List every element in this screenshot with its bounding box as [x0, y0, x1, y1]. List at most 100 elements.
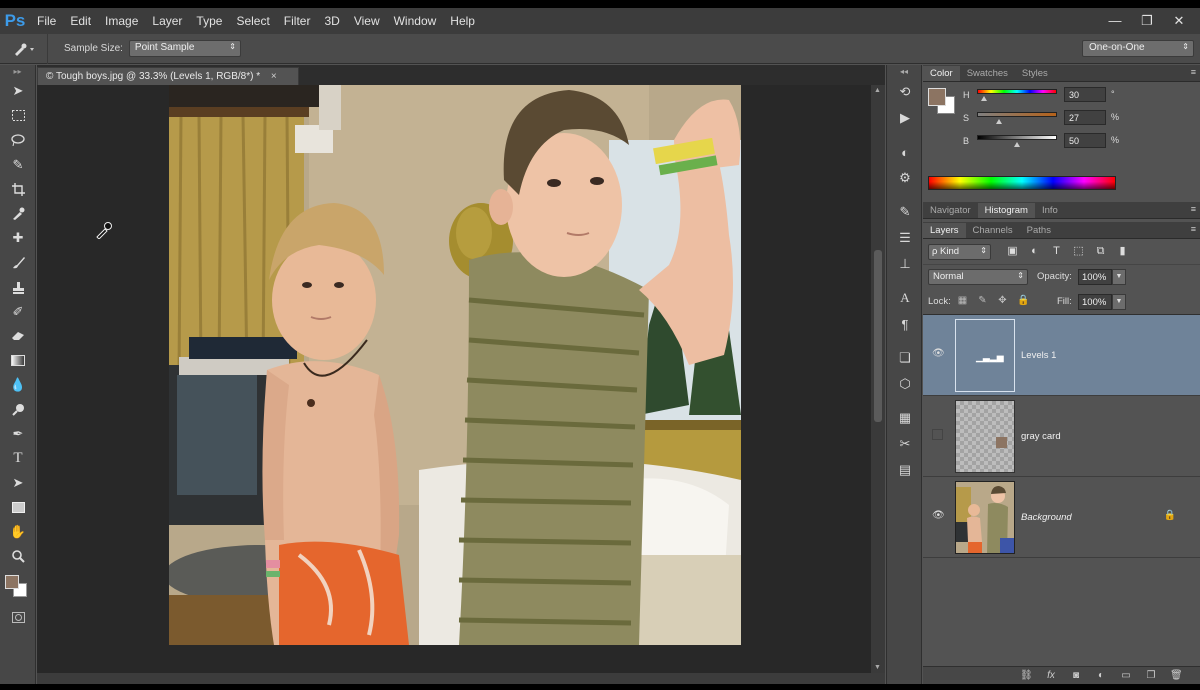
- lock-all-icon[interactable]: 🔒: [1017, 295, 1029, 306]
- workspace-select[interactable]: One-on-One ⇕: [1082, 40, 1194, 57]
- opacity-field[interactable]: 100%: [1078, 269, 1112, 285]
- opacity-dropdown-icon[interactable]: ▼: [1112, 269, 1126, 285]
- fill-dropdown-icon[interactable]: ▼: [1112, 294, 1126, 310]
- new-group-icon[interactable]: ▭: [1120, 670, 1132, 681]
- visibility-toggle-off-icon[interactable]: [932, 429, 943, 440]
- gray-card-layer-thumbnail[interactable]: [955, 400, 1015, 473]
- saturation-slider[interactable]: [977, 112, 1057, 117]
- hue-slider-knob[interactable]: [980, 96, 987, 101]
- tab-histogram[interactable]: Histogram: [977, 203, 1035, 218]
- history-brush-tool-icon[interactable]: ✐: [0, 300, 36, 325]
- hue-slider[interactable]: [977, 89, 1057, 94]
- tool-preset-picker[interactable]: [0, 33, 48, 64]
- menu-help[interactable]: Help: [443, 14, 482, 28]
- layer-name[interactable]: Background: [1021, 512, 1072, 523]
- menu-filter[interactable]: Filter: [277, 14, 318, 28]
- menu-window[interactable]: Window: [387, 14, 444, 28]
- adjustment-layer-thumbnail[interactable]: ▁▃▂▅: [955, 319, 1015, 392]
- tab-color[interactable]: Color: [923, 66, 960, 81]
- new-layer-icon[interactable]: ❐: [1145, 670, 1157, 681]
- collapse-dock-icon[interactable]: ◂◂: [887, 65, 921, 79]
- vertical-scrollbar[interactable]: ▲ ▼: [871, 85, 885, 673]
- path-select-tool-icon[interactable]: ➤: [0, 471, 36, 496]
- panel-menu-icon[interactable]: ≡: [1191, 204, 1196, 214]
- layer-row-gray-card[interactable]: gray card: [923, 396, 1200, 477]
- notes-panel-icon[interactable]: ▤: [887, 457, 923, 483]
- document-canvas-photo[interactable]: [169, 85, 741, 645]
- scroll-up-icon[interactable]: ▲: [874, 87, 881, 94]
- marquee-tool-icon[interactable]: [0, 104, 36, 129]
- quick-select-tool-icon[interactable]: ✎: [0, 153, 36, 178]
- filter-toggle-icon[interactable]: ▮: [1115, 244, 1130, 259]
- saturation-slider-knob[interactable]: [995, 119, 1002, 124]
- character-panel-icon[interactable]: A: [887, 285, 923, 311]
- layer-style-icon[interactable]: fx: [1045, 670, 1057, 681]
- hue-value[interactable]: 30: [1064, 87, 1106, 102]
- close-tab-icon[interactable]: ×: [271, 71, 277, 82]
- layer-name[interactable]: gray card: [1021, 431, 1061, 442]
- menu-edit[interactable]: Edit: [63, 14, 98, 28]
- clone-source-icon[interactable]: ⊥: [887, 251, 923, 277]
- panel-menu-icon[interactable]: ≡: [1191, 67, 1196, 77]
- quick-mask-icon[interactable]: [0, 605, 36, 630]
- brightness-slider-knob[interactable]: [1014, 142, 1020, 147]
- color-spectrum-bar[interactable]: [928, 176, 1116, 190]
- brightness-slider[interactable]: [977, 135, 1057, 140]
- link-layers-icon[interactable]: ⛓: [1020, 670, 1033, 681]
- restore-icon[interactable]: ❐: [1140, 14, 1154, 28]
- blur-tool-icon[interactable]: 💧: [0, 373, 36, 398]
- menu-type[interactable]: Type: [189, 14, 229, 28]
- shape-layer-filter-icon[interactable]: ⬚: [1071, 244, 1086, 259]
- lock-pixels-icon[interactable]: ✎: [977, 295, 988, 306]
- saturation-value[interactable]: 27: [1064, 110, 1106, 125]
- menu-layer[interactable]: Layer: [145, 14, 189, 28]
- lasso-tool-icon[interactable]: [0, 128, 36, 153]
- healing-brush-tool-icon[interactable]: ✚: [0, 226, 36, 251]
- brightness-value[interactable]: 50: [1064, 133, 1106, 148]
- foreground-color-swatch[interactable]: [5, 575, 19, 589]
- minimize-icon[interactable]: —: [1108, 14, 1122, 28]
- eyedropper-tool-icon[interactable]: [0, 202, 36, 227]
- tab-channels[interactable]: Channels: [966, 223, 1020, 238]
- actions-panel-icon[interactable]: ▶: [887, 105, 923, 131]
- tab-swatches[interactable]: Swatches: [960, 66, 1015, 81]
- type-tool-icon[interactable]: T: [0, 447, 36, 472]
- paragraph-panel-icon[interactable]: ¶: [887, 311, 923, 337]
- timeline-panel-icon[interactable]: ▦: [887, 405, 923, 431]
- collapse-toolbox-icon[interactable]: ▸▸: [0, 65, 35, 79]
- panel-menu-icon[interactable]: ≡: [1191, 224, 1196, 234]
- scrollbar-thumb[interactable]: [874, 250, 882, 422]
- document-tab[interactable]: © Tough boys.jpg @ 33.3% (Levels 1, RGB/…: [37, 67, 299, 85]
- move-tool-icon[interactable]: ➤: [0, 79, 36, 104]
- layer-kind-filter[interactable]: ρ Kind ⇕: [928, 244, 991, 260]
- tool-presets-icon[interactable]: ✂: [887, 431, 923, 457]
- visibility-eye-icon[interactable]: 👁: [932, 348, 945, 359]
- gradient-tool-icon[interactable]: [0, 349, 36, 374]
- tab-navigator[interactable]: Navigator: [923, 203, 978, 218]
- layer-comps-icon[interactable]: ❏: [887, 345, 923, 371]
- menu-3d[interactable]: 3D: [317, 14, 346, 28]
- add-mask-icon[interactable]: ◙: [1070, 670, 1082, 681]
- delete-layer-icon[interactable]: 🗑: [1170, 670, 1183, 681]
- tab-styles[interactable]: Styles: [1015, 66, 1055, 81]
- color-panel-foreground-swatch[interactable]: [928, 88, 946, 106]
- crop-tool-icon[interactable]: [0, 177, 36, 202]
- hand-tool-icon[interactable]: ✋: [0, 520, 36, 545]
- color-swatches[interactable]: [0, 569, 36, 605]
- brush-panel-icon[interactable]: ✎: [887, 199, 923, 225]
- clone-stamp-tool-icon[interactable]: [0, 275, 36, 300]
- type-layer-filter-icon[interactable]: T: [1049, 244, 1064, 259]
- layer-row-background[interactable]: 👁 Background 🔒: [923, 477, 1200, 558]
- tab-layers[interactable]: Layers: [923, 223, 966, 238]
- tab-info[interactable]: Info: [1035, 203, 1065, 218]
- history-panel-icon[interactable]: ⟲: [887, 79, 923, 105]
- menu-file[interactable]: File: [30, 14, 63, 28]
- dodge-tool-icon[interactable]: [0, 398, 36, 423]
- fill-field[interactable]: 100%: [1078, 294, 1112, 310]
- new-adjustment-layer-icon[interactable]: ◐: [1095, 670, 1107, 681]
- scroll-down-icon[interactable]: ▼: [874, 664, 881, 671]
- layer-name[interactable]: Levels 1: [1021, 350, 1056, 361]
- blend-mode-select[interactable]: Normal ⇕: [928, 269, 1028, 285]
- pen-tool-icon[interactable]: ✒: [0, 422, 36, 447]
- adjustments-panel-icon[interactable]: ◐: [887, 139, 923, 165]
